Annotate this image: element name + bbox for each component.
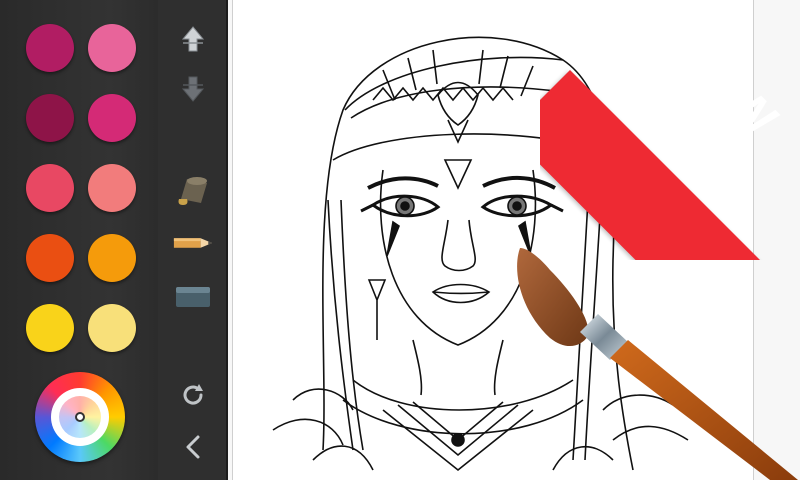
swatch-light-yellow[interactable] bbox=[88, 304, 136, 352]
color-palette bbox=[0, 0, 158, 480]
paint-bucket-icon[interactable] bbox=[172, 168, 214, 210]
paint-brush-icon bbox=[517, 248, 798, 480]
refresh-icon[interactable] bbox=[172, 374, 214, 416]
new-banner-label: NEW bbox=[661, 20, 791, 150]
swatch-yellow[interactable] bbox=[26, 304, 74, 352]
swatch-rose[interactable] bbox=[26, 164, 74, 212]
back-chevron-icon[interactable] bbox=[172, 426, 214, 468]
swatch-salmon[interactable] bbox=[88, 164, 136, 212]
eraser-icon[interactable] bbox=[172, 276, 214, 318]
swatch-orange[interactable] bbox=[88, 234, 136, 282]
pencil-icon[interactable] bbox=[172, 222, 214, 264]
swatch-berry[interactable] bbox=[26, 24, 74, 72]
undo-arrow-up-icon[interactable] bbox=[172, 18, 214, 60]
swatch-orange-red[interactable] bbox=[26, 234, 74, 282]
swatch-magenta[interactable] bbox=[88, 94, 136, 142]
new-banner: NEW bbox=[540, 0, 800, 260]
tool-bar bbox=[158, 0, 228, 480]
color-wheel-icon[interactable] bbox=[35, 372, 125, 462]
swatch-pink[interactable] bbox=[88, 24, 136, 72]
redo-arrow-down-icon[interactable] bbox=[172, 68, 214, 110]
swatch-plum[interactable] bbox=[26, 94, 74, 142]
